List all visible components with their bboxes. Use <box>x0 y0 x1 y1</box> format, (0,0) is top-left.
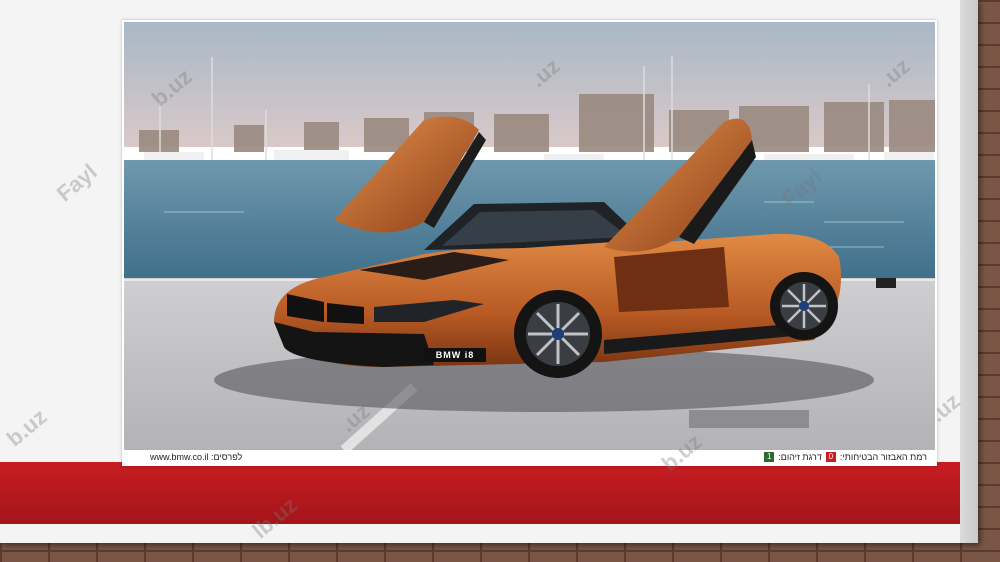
slide-edge <box>960 0 978 543</box>
safety-label: רמת האבזור הבטיחותי: <box>839 452 927 462</box>
safety-value-badge: 0 <box>825 452 836 462</box>
license-plate: BMW i8 <box>424 348 486 362</box>
pollution-label: דרגת זיהום: <box>778 452 822 462</box>
car-photo-illustration <box>124 22 935 450</box>
slide: BMW i8 לפרסים: www.bmw.co.il רמת האבזור … <box>0 0 978 543</box>
red-band <box>0 462 960 524</box>
pollution-value-badge: 1 <box>764 452 775 462</box>
photo-card: BMW i8 לפרסים: www.bmw.co.il רמת האבזור … <box>122 20 937 466</box>
caption-ratings: רמת האבזור הבטיחותי: 0 דרגת זיהום: 1 <box>764 452 927 462</box>
car-photo: BMW i8 <box>124 22 935 450</box>
caption-bar: לפרסים: www.bmw.co.il רמת האבזור הבטיחות… <box>124 450 935 465</box>
caption-website: לפרסים: www.bmw.co.il <box>150 452 243 462</box>
